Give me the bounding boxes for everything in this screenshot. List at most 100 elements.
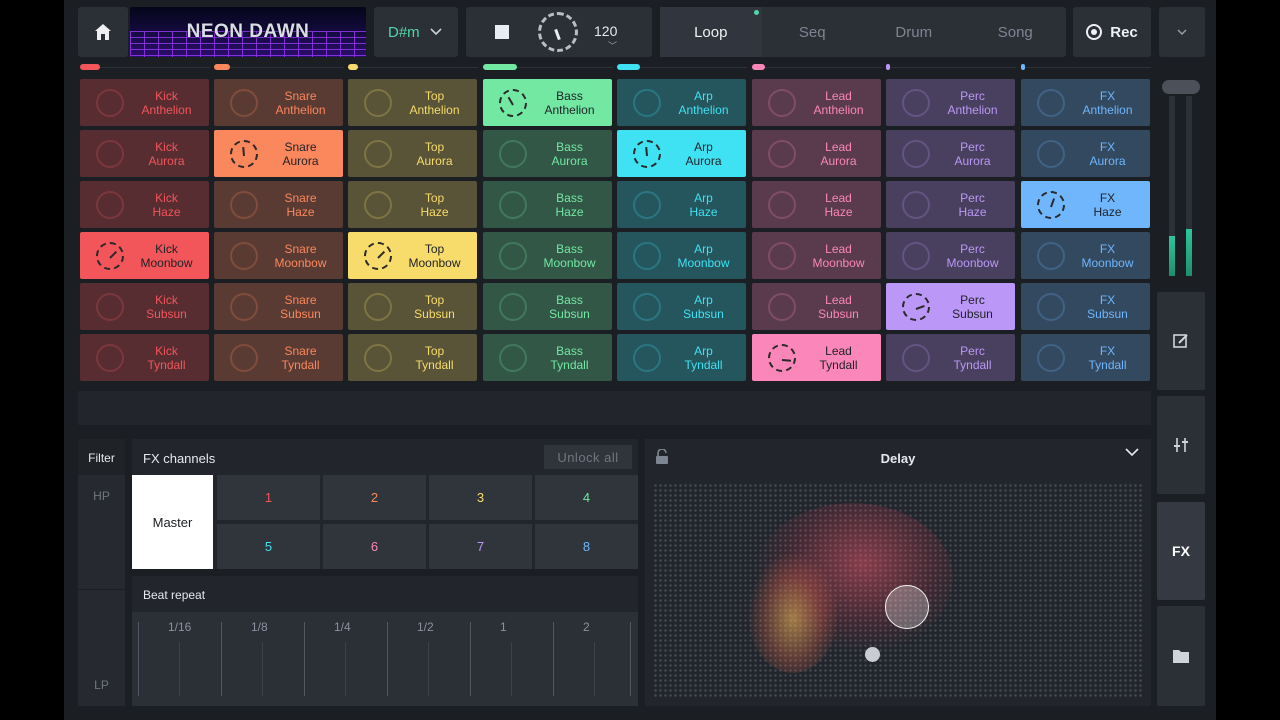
pad-bass-moonbow[interactable]: Bass Moonbow	[483, 232, 612, 279]
pad-snare-aurora[interactable]: Snare Aurora	[214, 130, 343, 177]
column-indicator-lead	[752, 64, 882, 71]
pad-lead-aurora[interactable]: Lead Aurora	[752, 130, 881, 177]
edit-button[interactable]	[1157, 292, 1205, 390]
stop-icon[interactable]	[495, 25, 509, 39]
pad-arp-anthelion[interactable]: Arp Anthelion	[617, 79, 746, 126]
tab-drum[interactable]: Drum	[863, 7, 965, 57]
pad-kick-anthelion[interactable]: Kick Anthelion	[80, 79, 209, 126]
pad-fx-moonbow[interactable]: FX Moonbow	[1021, 232, 1150, 279]
pad-instrument: Perc	[960, 293, 985, 307]
pad-scene: Tyndall	[281, 358, 320, 372]
pad-arp-subsun[interactable]: Arp Subsun	[617, 283, 746, 330]
pad-bass-aurora[interactable]: Bass Aurora	[483, 130, 612, 177]
fx-channel-1-button[interactable]: 1	[217, 475, 320, 520]
pad-snare-subsun[interactable]: Snare Subsun	[214, 283, 343, 330]
key-selector[interactable]: D#m	[374, 7, 458, 57]
pad-fx-aurora[interactable]: FX Aurora	[1021, 130, 1150, 177]
master-channel-button[interactable]: Master	[132, 475, 213, 569]
pad-scene: Aurora	[416, 154, 453, 168]
pad-snare-tyndall[interactable]: Snare Tyndall	[214, 334, 343, 381]
pad-lead-subsun[interactable]: Lead Subsun	[752, 283, 881, 330]
master-volume-handle[interactable]	[1162, 80, 1200, 94]
loop-progress-icon	[633, 191, 661, 219]
pad-lead-anthelion[interactable]: Lead Anthelion	[752, 79, 881, 126]
pad-arp-aurora[interactable]: Arp Aurora	[617, 130, 746, 177]
fx-button[interactable]: FX	[1157, 502, 1205, 600]
pad-arp-tyndall[interactable]: Arp Tyndall	[617, 334, 746, 381]
unlock-all-button[interactable]: Unlock all	[544, 445, 632, 469]
beat-repeat-slider[interactable]: 1/16 1/8 1/4 1/2 1 2	[132, 612, 638, 706]
pad-fx-anthelion[interactable]: FX Anthelion	[1021, 79, 1150, 126]
pad-snare-anthelion[interactable]: Snare Anthelion	[214, 79, 343, 126]
activity-dot	[753, 10, 759, 15]
fx-channel-2-button[interactable]: 2	[323, 475, 426, 520]
home-button[interactable]	[78, 7, 128, 57]
pad-perc-moonbow[interactable]: Perc Moonbow	[886, 232, 1015, 279]
more-menu-button[interactable]	[1159, 7, 1205, 57]
fx-channel-3-button[interactable]: 3	[429, 475, 532, 520]
loop-progress-icon	[230, 191, 258, 219]
pad-top-aurora[interactable]: Top Aurora	[348, 130, 477, 177]
pad-top-tyndall[interactable]: Top Tyndall	[348, 334, 477, 381]
pad-fx-subsun[interactable]: FX Subsun	[1021, 283, 1150, 330]
pad-perc-haze[interactable]: Perc Haze	[886, 181, 1015, 228]
pad-kick-subsun[interactable]: Kick Subsun	[80, 283, 209, 330]
pad-top-moonbow[interactable]: Top Moonbow	[348, 232, 477, 279]
key-value: D#m	[388, 23, 420, 41]
pad-arp-moonbow[interactable]: Arp Moonbow	[617, 232, 746, 279]
pad-bass-anthelion[interactable]: Bass Anthelion	[483, 79, 612, 126]
chevron-down-icon[interactable]	[1125, 447, 1139, 457]
tab-loop[interactable]: Loop	[660, 7, 762, 57]
pad-perc-tyndall[interactable]: Perc Tyndall	[886, 334, 1015, 381]
pad-scene: Haze	[824, 205, 853, 219]
pad-top-subsun[interactable]: Top Subsun	[348, 283, 477, 330]
fx-channel-8-button[interactable]: 8	[535, 524, 638, 569]
pad-kick-haze[interactable]: Kick Haze	[80, 181, 209, 228]
pad-snare-moonbow[interactable]: Snare Moonbow	[214, 232, 343, 279]
pad-label: Top Aurora	[396, 140, 473, 168]
record-button[interactable]: Rec	[1073, 7, 1151, 57]
pad-scene: Subsun	[952, 307, 993, 321]
pad-label: Bass Moonbow	[531, 242, 608, 270]
fx-effect-name[interactable]: Delay	[645, 451, 1151, 466]
pad-kick-moonbow[interactable]: Kick Moonbow	[80, 232, 209, 279]
tab-song[interactable]: Song	[965, 7, 1067, 57]
pad-label: Arp Tyndall	[665, 344, 742, 372]
beat-subdivision-tick	[345, 642, 346, 696]
files-button[interactable]	[1157, 606, 1205, 706]
pad-lead-haze[interactable]: Lead Haze	[752, 181, 881, 228]
pad-perc-aurora[interactable]: Perc Aurora	[886, 130, 1015, 177]
tempo-value[interactable]: 120	[594, 23, 617, 39]
pad-bass-haze[interactable]: Bass Haze	[483, 181, 612, 228]
pad-top-haze[interactable]: Top Haze	[348, 181, 477, 228]
pad-bass-subsun[interactable]: Bass Subsun	[483, 283, 612, 330]
fx-channel-7-button[interactable]: 7	[429, 524, 532, 569]
pad-lead-moonbow[interactable]: Lead Moonbow	[752, 232, 881, 279]
pad-instrument: Top	[424, 344, 445, 358]
column-indicator-arp	[617, 64, 747, 71]
pad-top-anthelion[interactable]: Top Anthelion	[348, 79, 477, 126]
pad-bass-tyndall[interactable]: Bass Tyndall	[483, 334, 612, 381]
pad-kick-aurora[interactable]: Kick Aurora	[80, 130, 209, 177]
mode-tabs: Loop Seq Drum Song	[660, 7, 1066, 57]
fx-channel-4-button[interactable]: 4	[535, 475, 638, 520]
loop-progress-icon	[768, 293, 796, 321]
pad-scene: Anthelion	[141, 103, 192, 117]
fx-channel-5-button[interactable]: 5	[217, 524, 320, 569]
pad-fx-tyndall[interactable]: FX Tyndall	[1021, 334, 1150, 381]
mixer-button[interactable]	[1157, 396, 1205, 494]
fx-channel-6-button[interactable]: 6	[323, 524, 426, 569]
pad-lead-tyndall[interactable]: Lead Tyndall	[752, 334, 881, 381]
pad-kick-tyndall[interactable]: Kick Tyndall	[80, 334, 209, 381]
pad-arp-haze[interactable]: Arp Haze	[617, 181, 746, 228]
loop-progress-icon	[499, 191, 527, 219]
pad-snare-haze[interactable]: Snare Haze	[214, 181, 343, 228]
pad-perc-subsun[interactable]: Perc Subsun	[886, 283, 1015, 330]
pad-perc-anthelion[interactable]: Perc Anthelion	[886, 79, 1015, 126]
filter-slider[interactable]: Filter HP LP	[78, 439, 125, 706]
xy-touch-cursor[interactable]	[885, 585, 929, 629]
pad-fx-haze[interactable]: FX Haze	[1021, 181, 1150, 228]
tab-seq[interactable]: Seq	[762, 7, 864, 57]
xy-pad[interactable]	[653, 483, 1143, 699]
tempo-knob[interactable]	[538, 12, 578, 52]
